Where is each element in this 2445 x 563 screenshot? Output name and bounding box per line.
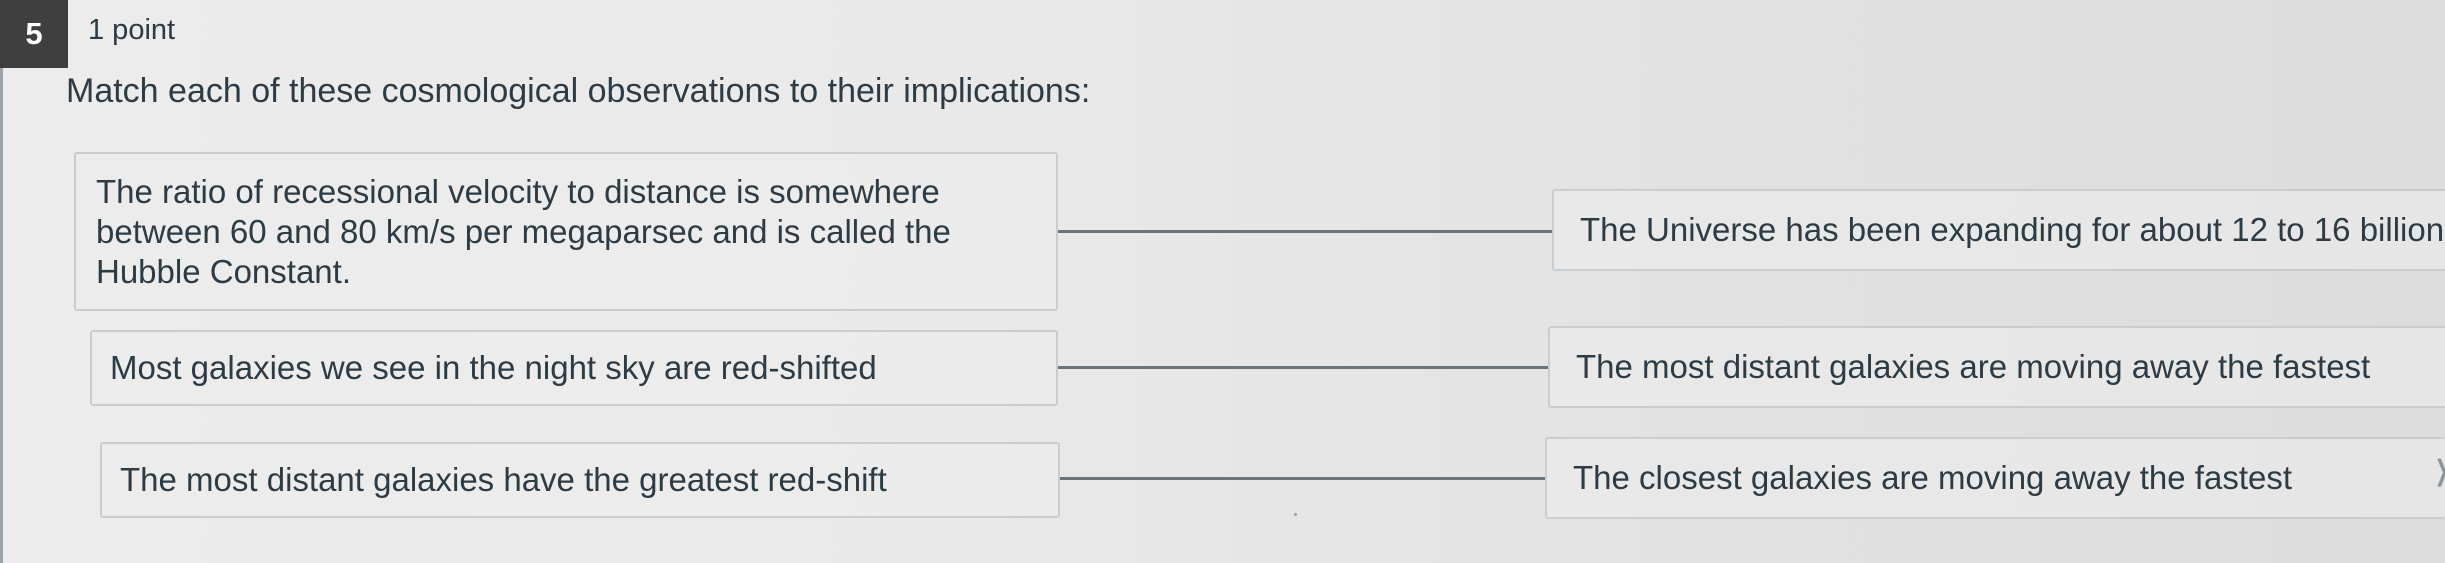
question-prompt: Match each of these cosmological observa… xyxy=(66,72,1091,110)
chevron-right-icon[interactable]: ❯ xyxy=(2435,454,2445,487)
match-connector-3 xyxy=(1060,477,1545,480)
implication-box-2[interactable]: The most distant galaxies are moving awa… xyxy=(1548,326,2445,408)
question-number-badge: 5 xyxy=(0,0,68,68)
implication-text-1: The Universe has been expanding for abou… xyxy=(1580,211,2445,248)
observation-text-2: Most galaxies we see in the night sky ar… xyxy=(110,349,877,386)
observation-text-1: The ratio of recessional velocity to dis… xyxy=(96,172,951,290)
match-connector-1 xyxy=(1058,230,1552,233)
observation-text-3: The most distant galaxies have the great… xyxy=(120,461,887,498)
match-connector-2 xyxy=(1058,366,1548,369)
stray-dot xyxy=(1294,513,1297,516)
implication-text-3: The closest galaxies are moving away the… xyxy=(1573,459,2293,496)
implication-box-3[interactable]: The closest galaxies are moving away the… xyxy=(1545,437,2445,519)
left-border xyxy=(0,0,3,563)
implication-box-1[interactable]: The Universe has been expanding for abou… xyxy=(1552,189,2445,271)
implication-text-2: The most distant galaxies are moving awa… xyxy=(1576,348,2371,385)
observation-box-1[interactable]: The ratio of recessional velocity to dis… xyxy=(74,152,1058,311)
question-points: 1 point xyxy=(88,14,176,46)
observation-box-2[interactable]: Most galaxies we see in the night sky ar… xyxy=(90,330,1058,406)
observation-box-3[interactable]: The most distant galaxies have the great… xyxy=(100,442,1060,518)
